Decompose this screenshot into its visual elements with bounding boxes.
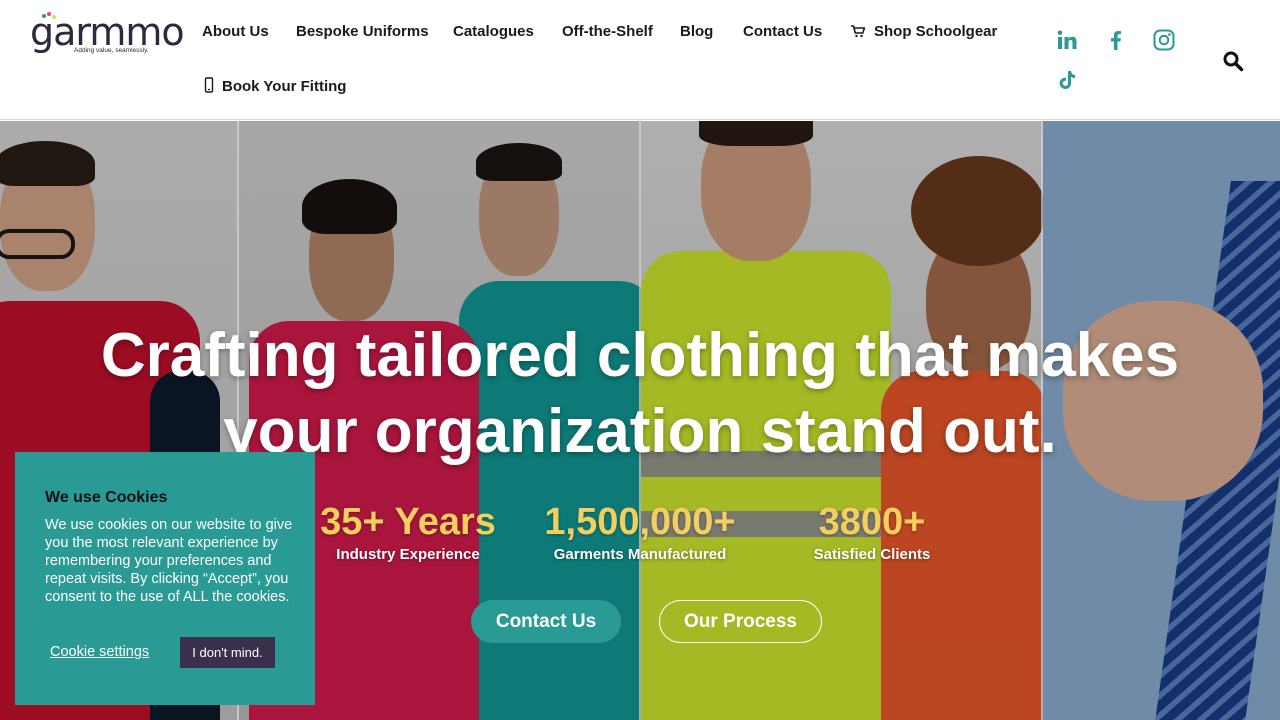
- garmmo-logo[interactable]: garmmo Adding value, seamlessly.: [30, 12, 185, 62]
- nav-fitting-label: Book Your Fitting: [222, 78, 347, 95]
- search-icon[interactable]: [1222, 50, 1244, 72]
- phone-icon: [204, 77, 214, 93]
- nav-catalogues[interactable]: Catalogues: [453, 23, 534, 41]
- logo-tagline: Adding value, seamlessly.: [74, 47, 149, 54]
- nav-contact[interactable]: Contact Us: [743, 23, 822, 41]
- hero-title-line: Crafting tailored clothing that makes: [100, 321, 1180, 390]
- contact-us-button[interactable]: Contact Us: [471, 600, 621, 643]
- nav-book-fitting[interactable]: Book Your Fitting: [204, 77, 346, 96]
- hero-title: Crafting tailored clothing that makes yo…: [100, 318, 1180, 470]
- stat-garments-value: 1,500,000+: [544, 501, 736, 543]
- cookie-banner: We use Cookies We use cookies on our web…: [15, 452, 315, 705]
- cookie-text: We use cookies on our website to give yo…: [45, 517, 293, 605]
- stat-years-label: Industry Experience: [336, 546, 480, 563]
- instagram-icon[interactable]: [1152, 28, 1176, 52]
- logo-wordmark: garmmo: [30, 10, 185, 54]
- stat-garments-label: Garments Manufactured: [553, 546, 727, 563]
- our-process-button[interactable]: Our Process: [659, 600, 822, 643]
- site-header: garmmo Adding value, seamlessly. About U…: [0, 0, 1280, 120]
- facebook-icon[interactable]: [1104, 28, 1128, 52]
- cart-icon: [851, 25, 866, 38]
- stat-years-value: 35+ Years: [320, 501, 496, 543]
- nav-shop-label: Shop Schoolgear: [874, 23, 998, 40]
- tiktok-icon[interactable]: [1055, 68, 1079, 92]
- cookie-title: We use Cookies: [45, 489, 168, 506]
- cookie-settings-link[interactable]: Cookie settings: [50, 644, 149, 660]
- stat-clients-value: 3800+: [818, 501, 926, 543]
- stat-clients-label: Satisfied Clients: [813, 546, 931, 563]
- nav-off-the-shelf[interactable]: Off-the-Shelf: [562, 23, 653, 41]
- nav-blog[interactable]: Blog: [680, 23, 713, 41]
- cookie-accept-button[interactable]: I don't mind.: [180, 637, 275, 668]
- linkedin-icon[interactable]: [1055, 28, 1079, 52]
- nav-shop-schoolgear[interactable]: Shop Schoolgear: [850, 23, 997, 41]
- nav-about[interactable]: About Us: [202, 23, 269, 41]
- nav-bespoke-uniforms[interactable]: Bespoke Uniforms: [296, 23, 429, 41]
